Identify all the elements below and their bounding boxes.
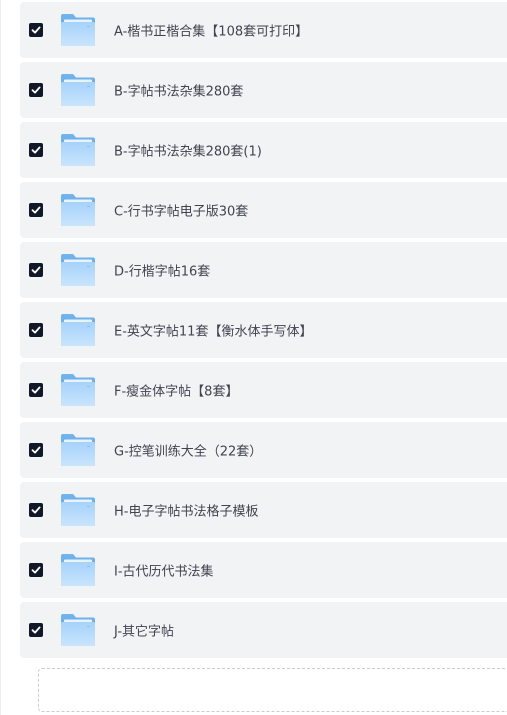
checkmark-icon xyxy=(31,626,41,634)
folder-icon xyxy=(60,253,96,287)
file-name: J-其它字帖 xyxy=(114,624,175,640)
file-name: E-英文字帖11套【衡水体手写体】 xyxy=(114,324,313,340)
file-row[interactable]: F-瘦金体字帖【8套】 xyxy=(20,362,507,418)
folder-icon xyxy=(60,493,96,527)
folder-icon xyxy=(60,73,96,107)
folder-icon xyxy=(60,613,96,647)
file-list-page: A-楷书正楷合集【108套可打印】 B-字帖书法杂集280套 B-字帖书法杂集2… xyxy=(0,0,507,715)
checkmark-icon xyxy=(31,506,41,514)
upload-dropzone[interactable] xyxy=(38,668,507,712)
folder-icon xyxy=(60,133,96,167)
file-row[interactable]: G-控笔训练大全（22套） xyxy=(20,422,507,478)
checkbox[interactable] xyxy=(29,203,43,217)
file-row[interactable]: C-行书字帖电子版30套 xyxy=(20,182,507,238)
file-name: D-行楷字帖16套 xyxy=(114,264,211,280)
checkbox[interactable] xyxy=(29,443,43,457)
file-name: H-电子字帖书法格子模板 xyxy=(114,504,259,520)
checkbox[interactable] xyxy=(29,503,43,517)
checkbox[interactable] xyxy=(29,383,43,397)
file-row[interactable]: B-字帖书法杂集280套 xyxy=(20,62,507,118)
checkmark-icon xyxy=(31,206,41,214)
checkbox[interactable] xyxy=(29,143,43,157)
checkmark-icon xyxy=(31,446,41,454)
file-row[interactable]: A-楷书正楷合集【108套可打印】 xyxy=(20,2,507,58)
file-name: C-行书字帖电子版30套 xyxy=(114,204,249,220)
checkbox[interactable] xyxy=(29,623,43,637)
checkmark-icon xyxy=(31,386,41,394)
checkbox[interactable] xyxy=(29,563,43,577)
checkbox[interactable] xyxy=(29,23,43,37)
checkmark-icon xyxy=(31,266,41,274)
folder-icon xyxy=(60,313,96,347)
file-name: F-瘦金体字帖【8套】 xyxy=(114,384,239,400)
file-name: A-楷书正楷合集【108套可打印】 xyxy=(114,24,309,40)
file-row[interactable]: E-英文字帖11套【衡水体手写体】 xyxy=(20,302,507,358)
file-row[interactable]: J-其它字帖 xyxy=(20,602,507,658)
file-name: B-字帖书法杂集280套(1) xyxy=(114,144,262,160)
checkmark-icon xyxy=(31,146,41,154)
checkmark-icon xyxy=(31,26,41,34)
file-row[interactable]: I-古代历代书法集 xyxy=(20,542,507,598)
checkmark-icon xyxy=(31,566,41,574)
file-name: G-控笔训练大全（22套） xyxy=(114,444,263,460)
checkbox[interactable] xyxy=(29,83,43,97)
folder-icon xyxy=(60,193,96,227)
file-row[interactable]: D-行楷字帖16套 xyxy=(20,242,507,298)
folder-icon xyxy=(60,373,96,407)
file-name: I-古代历代书法集 xyxy=(114,564,214,580)
checkbox[interactable] xyxy=(29,263,43,277)
folder-icon xyxy=(60,433,96,467)
folder-icon xyxy=(60,13,96,47)
checkbox[interactable] xyxy=(29,323,43,337)
checkmark-icon xyxy=(31,326,41,334)
folder-icon xyxy=(60,553,96,587)
left-border xyxy=(0,0,1,715)
file-name: B-字帖书法杂集280套 xyxy=(114,84,244,100)
file-row[interactable]: H-电子字帖书法格子模板 xyxy=(20,482,507,538)
checkmark-icon xyxy=(31,86,41,94)
file-row[interactable]: B-字帖书法杂集280套(1) xyxy=(20,122,507,178)
